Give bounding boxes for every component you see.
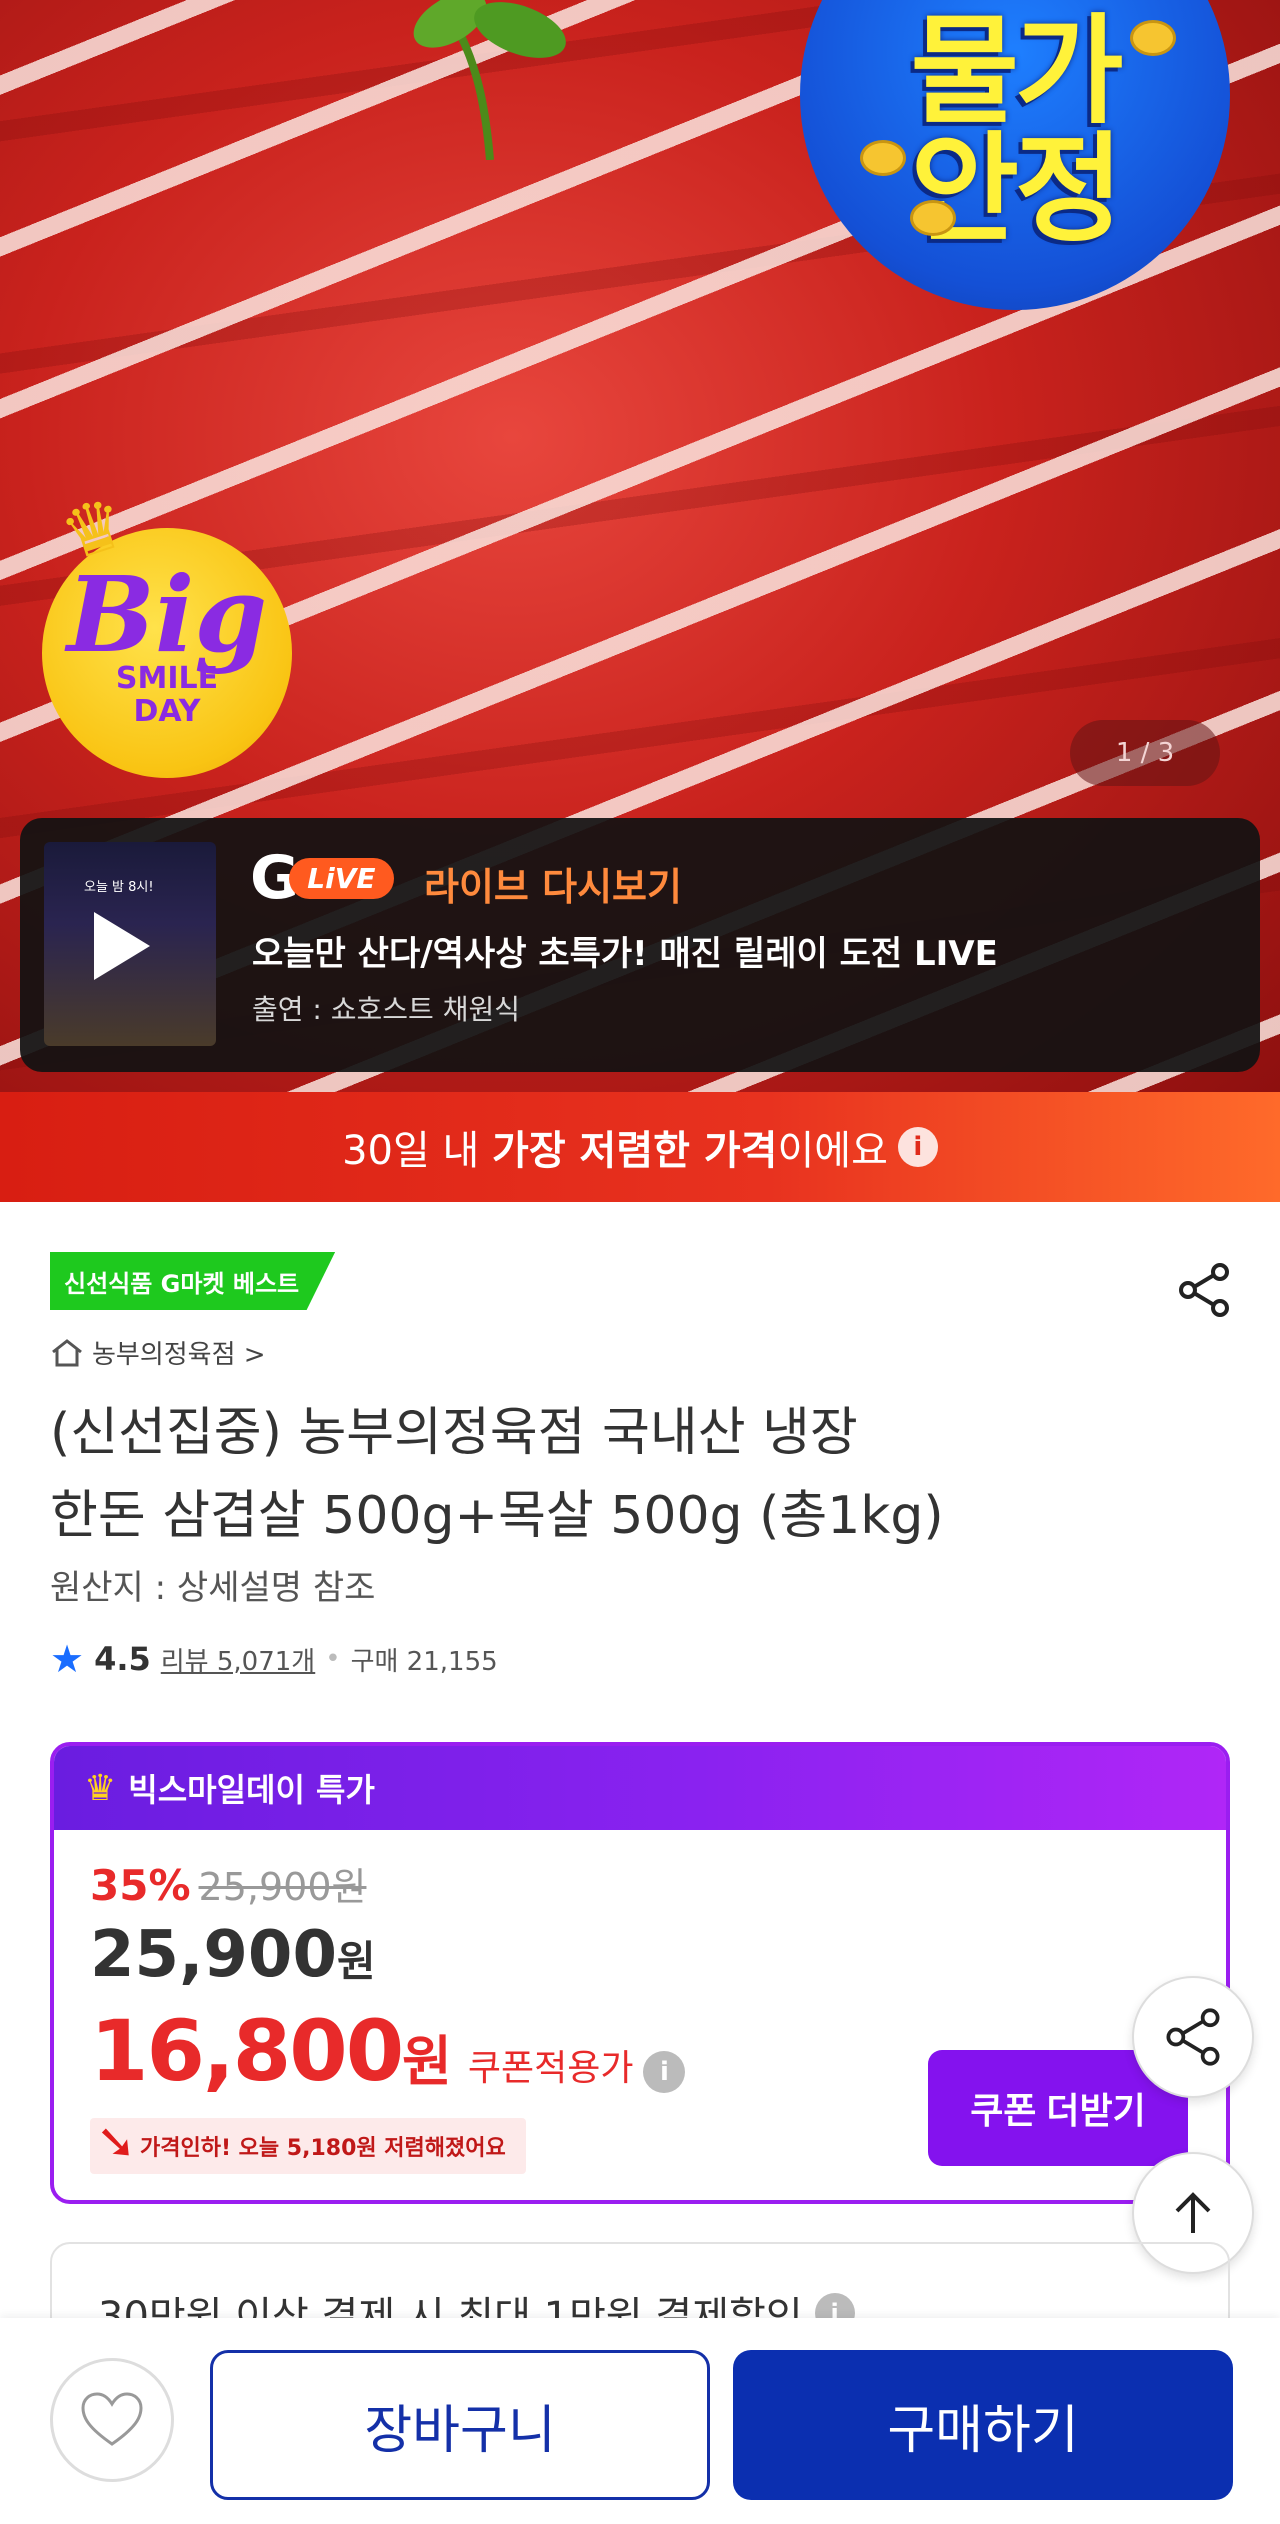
bottom-action-bar: 장바구니 구매하기 — [0, 2318, 1280, 2524]
image-counter: 1 / 3 — [1070, 720, 1220, 786]
price-drop-text: 가격인하! 오늘 5,180원 저렴해졌어요 — [140, 2136, 506, 2161]
home-icon — [52, 1338, 82, 1366]
live-description: 오늘만 산다/역사상 초특가! 매진 릴레이 도전 LIVE — [252, 934, 998, 974]
lowest-banner-bold: 가장 저렴한 가격 — [492, 1128, 778, 1174]
lowest-banner-post: 이에요 — [777, 1128, 888, 1174]
live-cast: 출연 : 쇼호스트 채원식 — [252, 993, 520, 1026]
promo-header-label: 빅스마일데이 특가 — [128, 1771, 375, 1809]
origin-info: 원산지 : 상세설명 참조 — [50, 1568, 376, 1608]
original-price: 25,900원 — [198, 1865, 367, 1909]
live-thumbnail[interactable]: 오늘 밤 8시! — [44, 842, 216, 1046]
live-replay-label: 라이브 다시보기 — [424, 865, 682, 909]
sale-price: 25,900원 — [90, 1918, 376, 1992]
promo-price-box: ♛ 빅스마일데이 특가 35% 25,900원 25,900원 16,800 원… — [50, 1742, 1230, 2204]
separator-dot: • — [325, 1644, 341, 1674]
info-icon[interactable]: i — [643, 2051, 686, 2093]
play-icon[interactable] — [94, 912, 150, 980]
product-title-line2: 한돈 삼겹살 500g+목살 500g (총1kg) — [50, 1486, 944, 1547]
price-stable-badge: 물가 안정 — [800, 0, 1230, 310]
coupon-price-value: 16,800 — [90, 2002, 404, 2100]
share-icon[interactable] — [1176, 1262, 1232, 1318]
lowest-banner-pre: 30일 내 — [342, 1128, 493, 1174]
promo-header: ♛ 빅스마일데이 특가 — [54, 1746, 1226, 1830]
product-image-carousel[interactable]: 물가 안정 ♛ Big SMILE DAY 1 / 3 오늘 밤 8시! G L… — [0, 0, 1280, 1092]
store-name: 농부의정육점 > — [92, 1340, 266, 1370]
lowest-price-banner[interactable]: 30일 내 가장 저렴한 가격 이에요 i — [0, 1092, 1280, 1202]
arrow-up-icon — [1175, 2192, 1211, 2233]
coupon-price-won: 원 — [402, 2030, 452, 2093]
discount-row: 35% 25,900원 — [90, 1856, 366, 1911]
rating-row: ★ 4.5 리뷰 5,071개 • 구매 21,155 — [50, 1640, 498, 1678]
coupon-price-label: 쿠폰적용가 — [467, 2048, 634, 2089]
herb-garnish — [413, 0, 566, 160]
wishlist-button[interactable] — [50, 2358, 174, 2482]
purchase-count: 구매 21,155 — [350, 1646, 498, 1677]
thumbnail-caption: 오늘 밤 8시! — [84, 880, 154, 895]
star-icon: ★ — [50, 1637, 85, 1681]
g-live-logo: G LiVE — [250, 848, 394, 908]
cart-button[interactable]: 장바구니 — [210, 2350, 710, 2500]
product-title: (신선집중) 농부의정육점 국내산 냉장 한돈 삼겹살 500g+목살 500g… — [50, 1392, 1210, 1558]
store-link[interactable]: 농부의정육점 > — [50, 1334, 266, 1371]
heart-icon — [81, 2392, 143, 2446]
product-title-line1: (신선집중) 농부의정육점 국내산 냉장 — [50, 1403, 858, 1463]
down-arrow-icon: ➘ — [96, 2114, 137, 2170]
coin-icon — [860, 140, 906, 176]
coin-icon — [910, 200, 956, 236]
badge-stable-line1: 물가 — [910, 2, 1123, 140]
buy-button[interactable]: 구매하기 — [733, 2350, 1233, 2500]
big-badge-line2: DAY — [133, 693, 201, 729]
sale-price-value: 25,900 — [90, 1918, 337, 1992]
coin-icon — [1130, 20, 1176, 56]
rating-score: 4.5 — [94, 1640, 151, 1678]
price-drop-notice: ➘ 가격인하! 오늘 5,180원 저렴해졌어요 — [90, 2118, 526, 2174]
live-pill: LiVE — [289, 857, 394, 899]
review-link[interactable]: 리뷰 5,071개 — [161, 1641, 315, 1678]
big-smile-day-badge: ♛ Big SMILE DAY — [42, 480, 292, 778]
discount-percent: 35% — [90, 1861, 191, 1910]
coupon-price: 16,800 원 쿠폰적용가 i — [90, 2002, 686, 2100]
share-icon — [1166, 2008, 1220, 2066]
big-badge-title: Big — [66, 553, 268, 677]
crown-icon: ♛ — [84, 1767, 117, 1809]
sale-price-won: 원 — [336, 1937, 376, 1986]
big-badge-line1: SMILE — [115, 660, 219, 696]
live-replay-card[interactable]: 오늘 밤 8시! G LiVE 라이브 다시보기 오늘만 산다/역사상 초특가!… — [20, 818, 1260, 1072]
floating-share-button[interactable] — [1132, 1976, 1254, 2098]
best-seller-tag: 신선식품 G마켓 베스트 — [50, 1252, 336, 1310]
info-icon[interactable]: i — [897, 1127, 938, 1167]
